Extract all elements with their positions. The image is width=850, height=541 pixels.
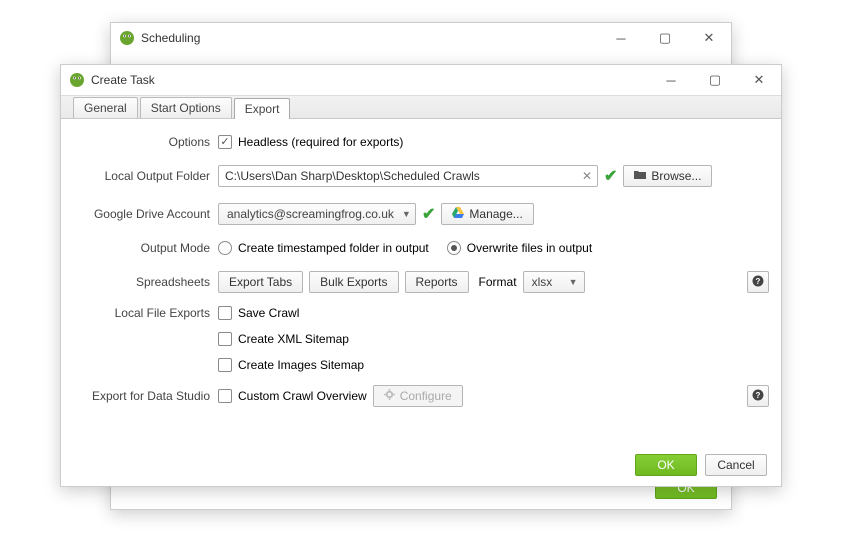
create-xml-sitemap-label: Create XML Sitemap <box>238 332 349 346</box>
folder-valid-icon: ✔ <box>604 166 617 186</box>
chevron-down-icon: ▼ <box>569 277 578 287</box>
front-titlebar: Create Task ─ ▢ ✕ <box>61 65 781 95</box>
tab-export[interactable]: Export <box>234 98 291 119</box>
gear-icon <box>384 389 395 403</box>
save-crawl-checkbox[interactable] <box>218 306 232 320</box>
label-local-file-exports: Local File Exports <box>73 301 218 320</box>
create-images-sitemap-checkbox[interactable] <box>218 358 232 372</box>
chevron-down-icon: ▼ <box>402 209 411 219</box>
drive-account-dropdown[interactable]: analytics@screamingfrog.co.uk ▼ <box>218 203 416 225</box>
cancel-button[interactable]: Cancel <box>705 454 767 476</box>
create-images-sitemap-label: Create Images Sitemap <box>238 358 364 372</box>
drive-valid-icon: ✔ <box>422 204 435 224</box>
custom-crawl-overview-checkbox[interactable] <box>218 389 232 403</box>
help-icon: ? <box>752 275 764 290</box>
configure-label: Configure <box>400 389 452 403</box>
back-titlebar: Scheduling ─ ▢ ✕ <box>111 23 731 53</box>
back-minimize-button[interactable]: ─ <box>599 23 643 53</box>
label-export-data-studio: Export for Data Studio <box>73 389 218 403</box>
label-output-mode: Output Mode <box>73 241 218 255</box>
radio-timestamped-label: Create timestamped folder in output <box>238 241 429 255</box>
label-options: Options <box>73 135 218 149</box>
radio-overwrite-files[interactable] <box>447 241 461 255</box>
create-xml-sitemap-checkbox[interactable] <box>218 332 232 346</box>
local-output-folder-input[interactable] <box>218 165 598 187</box>
export-tab-content: Options Headless (required for exports) … <box>61 119 781 425</box>
tab-general[interactable]: General <box>73 97 138 118</box>
bulk-exports-button[interactable]: Bulk Exports <box>309 271 398 293</box>
tab-bar: General Start Options Export <box>61 95 781 119</box>
svg-text:?: ? <box>756 277 761 286</box>
front-window-title: Create Task <box>91 73 649 87</box>
clear-output-folder-icon[interactable]: ✕ <box>582 169 592 183</box>
create-task-window: Create Task ─ ▢ ✕ General Start Options … <box>60 64 782 487</box>
reports-button[interactable]: Reports <box>405 271 469 293</box>
radio-overwrite-label: Overwrite files in output <box>467 241 592 255</box>
configure-button[interactable]: Configure <box>373 385 463 407</box>
headless-checkbox-label: Headless (required for exports) <box>238 135 403 149</box>
data-studio-help-button[interactable]: ? <box>747 385 769 407</box>
format-dropdown[interactable]: xlsx ▼ <box>523 271 585 293</box>
manage-drive-button[interactable]: Manage... <box>441 203 533 225</box>
radio-timestamped-folder[interactable] <box>218 241 232 255</box>
spreadsheets-help-button[interactable]: ? <box>747 271 769 293</box>
manage-drive-label: Manage... <box>469 207 522 221</box>
label-google-drive-account: Google Drive Account <box>73 207 218 221</box>
front-minimize-button[interactable]: ─ <box>649 65 693 95</box>
help-icon: ? <box>752 389 764 404</box>
tab-start-options[interactable]: Start Options <box>140 97 232 118</box>
frog-icon <box>119 30 135 46</box>
front-close-button[interactable]: ✕ <box>737 65 781 95</box>
headless-checkbox[interactable] <box>218 135 232 149</box>
custom-crawl-overview-label: Custom Crawl Overview <box>238 389 367 403</box>
frog-icon <box>69 72 85 88</box>
folder-icon <box>634 169 646 183</box>
label-spreadsheets: Spreadsheets <box>73 275 218 289</box>
browse-button[interactable]: Browse... <box>623 165 712 187</box>
svg-text:?: ? <box>756 391 761 400</box>
google-drive-icon <box>452 207 464 221</box>
export-tabs-button[interactable]: Export Tabs <box>218 271 303 293</box>
label-local-output-folder: Local Output Folder <box>73 169 218 183</box>
back-maximize-button[interactable]: ▢ <box>643 23 687 53</box>
front-maximize-button[interactable]: ▢ <box>693 65 737 95</box>
browse-button-label: Browse... <box>651 169 701 183</box>
save-crawl-label: Save Crawl <box>238 306 299 320</box>
back-close-button[interactable]: ✕ <box>687 23 731 53</box>
drive-account-selected: analytics@screamingfrog.co.uk <box>227 207 394 221</box>
back-window-title: Scheduling <box>141 31 599 45</box>
format-label: Format <box>479 275 517 289</box>
ok-button[interactable]: OK <box>635 454 697 476</box>
format-selected: xlsx <box>532 275 553 289</box>
